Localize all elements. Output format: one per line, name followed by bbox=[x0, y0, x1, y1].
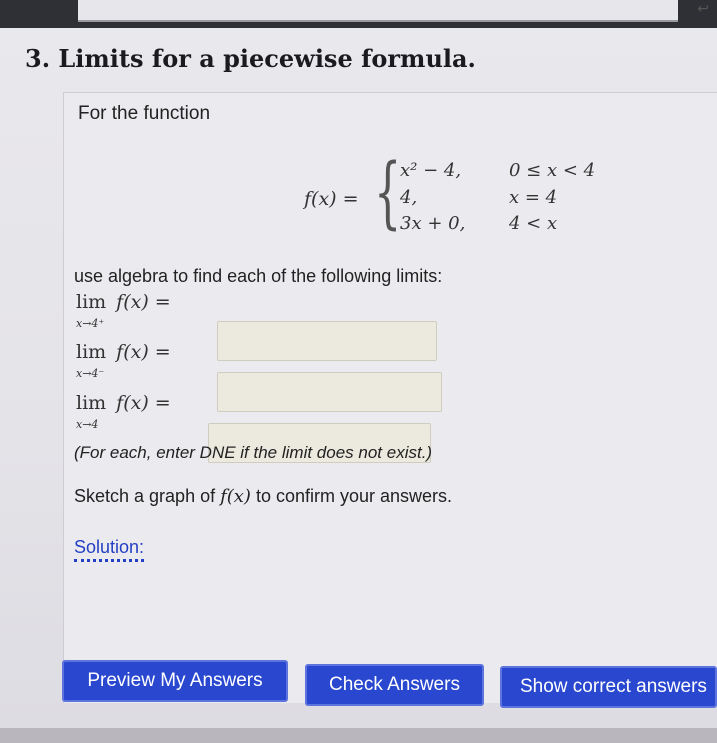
case-condition: x = 4 bbox=[509, 187, 558, 208]
limit-subscript: x→4⁻ bbox=[76, 367, 105, 380]
limit-left-input[interactable] bbox=[217, 372, 442, 412]
problem-box: For the function f(x) = { x² − 4, 0 ≤ x … bbox=[63, 92, 717, 703]
limit-subscript: x→4 bbox=[76, 418, 99, 431]
bottom-bar bbox=[0, 728, 717, 743]
show-correct-answers-button[interactable]: Show correct answers bbox=[500, 666, 717, 708]
limit-function: f(x) = bbox=[116, 291, 171, 313]
limit-right-input[interactable] bbox=[217, 321, 437, 361]
case-condition: 0 ≤ x < 4 bbox=[509, 160, 596, 181]
preview-answers-button[interactable]: Preview My Answers bbox=[62, 660, 288, 702]
problem-title: 3. Limits for a piecewise formula. bbox=[25, 44, 476, 73]
back-arrow-icon[interactable]: ↩ bbox=[697, 0, 709, 17]
solution-link[interactable]: Solution: bbox=[74, 537, 145, 562]
dne-hint: (For each, enter DNE if the limit does n… bbox=[74, 443, 433, 462]
left-brace: { bbox=[374, 148, 402, 238]
case-condition: 4 < x bbox=[509, 213, 558, 234]
limit-function: f(x) = bbox=[116, 392, 171, 414]
sketch-math: f(x) bbox=[220, 486, 251, 507]
piecewise-function: f(x) = { x² − 4, 0 ≤ x < 4 4, x = 4 3x +… bbox=[304, 154, 634, 250]
limit-label: lim f(x) = bbox=[76, 341, 171, 363]
limit-function: f(x) = bbox=[116, 341, 171, 363]
limit-subscript: x→4⁺ bbox=[76, 317, 105, 330]
lim-word: lim bbox=[76, 392, 107, 414]
check-answers-button[interactable]: Check Answers bbox=[305, 664, 484, 706]
limit-label: lim f(x) = bbox=[76, 392, 171, 414]
case-expression: 4, bbox=[400, 187, 418, 208]
top-panel bbox=[78, 0, 678, 22]
sketch-instruction: Sketch a graph of f(x) to confirm your a… bbox=[74, 486, 452, 507]
sketch-text-pre: Sketch a graph of bbox=[74, 486, 221, 506]
limit-label: lim f(x) = bbox=[76, 291, 171, 313]
browser-top-bar: ↩ bbox=[0, 0, 717, 28]
instruction-text: use algebra to find each of the followin… bbox=[74, 266, 443, 286]
function-label: f(x) = bbox=[304, 188, 359, 210]
case-expression: x² − 4, bbox=[400, 160, 462, 181]
sketch-text-post: to confirm your answers. bbox=[250, 486, 453, 506]
case-expression: 3x + 0, bbox=[400, 213, 466, 234]
lim-word: lim bbox=[76, 341, 107, 363]
intro-text: For the function bbox=[78, 103, 211, 124]
lim-word: lim bbox=[76, 291, 107, 313]
